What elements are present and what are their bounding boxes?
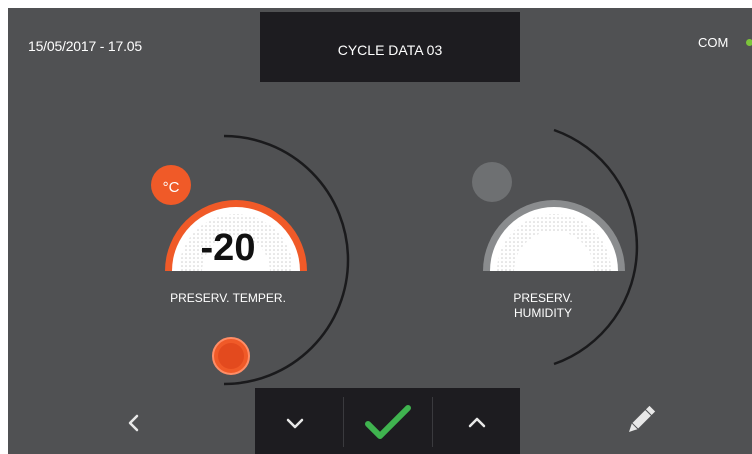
pencil-icon — [628, 405, 656, 433]
humidity-label: PRESERV. HUMIDITY — [478, 291, 608, 321]
chevron-up-icon — [468, 417, 486, 428]
humidity-label-line2: HUMIDITY — [514, 306, 572, 320]
unit-badge-text: °C — [163, 179, 180, 196]
increase-button[interactable] — [462, 408, 492, 438]
confirm-button[interactable] — [360, 400, 416, 446]
humidity-label-line1: PRESERV. — [513, 291, 573, 305]
back-button[interactable] — [118, 408, 148, 438]
checkmark-icon — [365, 405, 411, 439]
device-screen: 15/05/2017 - 17.05 CYCLE DATA 03 COM °C … — [8, 8, 752, 454]
edit-button[interactable] — [621, 400, 661, 440]
chevron-down-icon — [286, 418, 304, 429]
toolbar-divider — [343, 397, 344, 447]
temperature-slider-handle-core — [218, 343, 244, 369]
temperature-dial[interactable]: °C -20 — [151, 134, 350, 386]
humidity-unit-badge — [472, 162, 512, 202]
temperature-label: PRESERV. TEMPER. — [170, 291, 286, 305]
humidity-dial[interactable] — [472, 128, 639, 366]
toolbar-divider — [432, 397, 433, 447]
temperature-value: -20 — [201, 227, 256, 269]
chevron-left-icon — [128, 414, 139, 432]
decrease-button[interactable] — [280, 408, 310, 438]
